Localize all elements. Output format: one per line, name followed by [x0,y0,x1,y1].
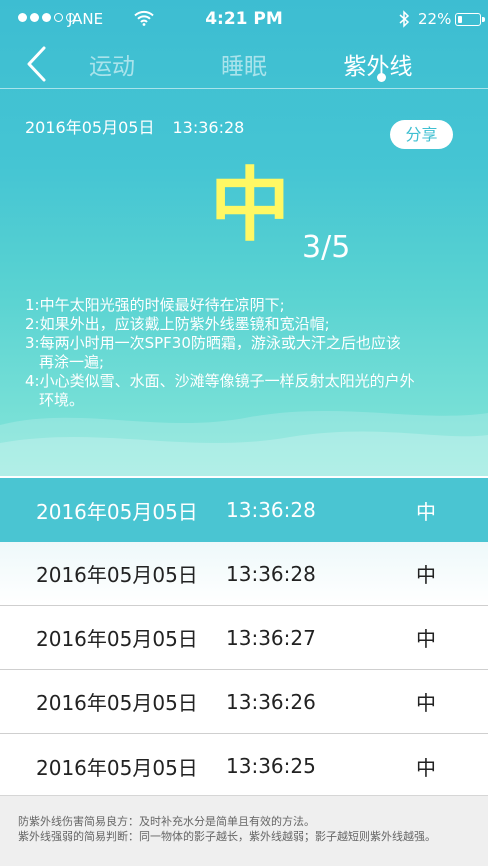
top-nav: 运动 睡眠 紫外线 [0,40,488,90]
tip-item-continued: 环境。 [39,391,85,409]
active-tab-indicator [377,73,386,82]
row-time: 13:36:26 [226,689,316,714]
history-row[interactable]: 2016年05月05日 13:36:27 中 [0,606,488,670]
clock: 4:21 PM [205,9,283,29]
row-date: 2016年05月05日 [36,563,198,587]
tip-item: 4:小心类似雪、水面、沙滩等像镜子一样反射太阳光的户外 [25,372,415,390]
uv-tips: 1:中午太阳光强的时候最好待在凉阴下; 2:如果外出，应该戴上防紫外线墨镜和宽沿… [25,296,465,410]
uv-footer-note: 防紫外线伤害简易良方：及时补充水分是简单且有效的方法。 紫外线强弱的简易判断：同… [0,795,488,866]
footer-line: 紫外线强弱的简易判断：同一物体的影子越长，紫外线越弱；影子越短则紫外线越强。 [18,830,436,843]
row-time: 13:36:28 [226,498,316,522]
status-bar: JANE 4:21 PM 22% [0,0,488,40]
battery-percent: 22% [418,10,452,28]
battery-icon [455,13,485,26]
row-date: 2016年05月05日 [36,499,198,524]
history-row[interactable]: 2016年05月05日 13:36:28 中 [0,542,488,606]
row-level: 中 [416,627,436,651]
back-chevron-icon[interactable] [24,45,50,83]
tip-item: 1:中午太阳光强的时候最好待在凉阴下; [25,296,285,314]
row-date: 2016年05月05日 [36,691,198,715]
row-level: 中 [416,499,436,524]
row-time: 13:36:28 [226,561,316,586]
row-level: 中 [416,755,436,780]
share-button[interactable]: 分享 [390,120,453,149]
row-time: 13:36:25 [226,754,316,778]
row-date: 2016年05月05日 [36,755,198,780]
uv-panel: JANE 4:21 PM 22% 运动 睡眠 紫外线 2016年05月05日 13… [0,0,488,476]
tip-item: 3:每两小时用一次SPF30防晒霜，游泳或大汗之后也应该 [25,334,401,352]
measurement-time: 13:36:28 [172,118,245,137]
tab-exercise[interactable]: 运动 [62,47,162,81]
tab-sleep[interactable]: 睡眠 [194,47,294,81]
tip-item: 2:如果外出，应该戴上防紫外线墨镜和宽沿帽; [25,315,330,333]
nav-divider [0,88,488,89]
tip-item-continued: 再涂一遍; [39,353,105,371]
row-level: 中 [416,563,436,587]
footer-line: 防紫外线伤害简易良方：及时补充水分是简单且有效的方法。 [18,815,315,828]
bluetooth-icon [399,10,410,28]
uv-level: 中 [210,159,290,252]
measurement-date: 2016年05月05日 [25,118,155,137]
history-row[interactable]: 2016年05月05日 13:36:25 中 [0,734,488,798]
history-row[interactable]: 2016年05月05日 13:36:26 中 [0,670,488,734]
history-row-selected[interactable]: 2016年05月05日 13:36:28 中 [0,478,488,542]
uv-score: 3/5 [302,230,351,265]
row-time: 13:36:27 [226,625,316,650]
row-date: 2016年05月05日 [36,627,198,651]
measurement-datetime: 2016年05月05日 13:36:28 [25,114,244,138]
row-level: 中 [416,691,436,715]
